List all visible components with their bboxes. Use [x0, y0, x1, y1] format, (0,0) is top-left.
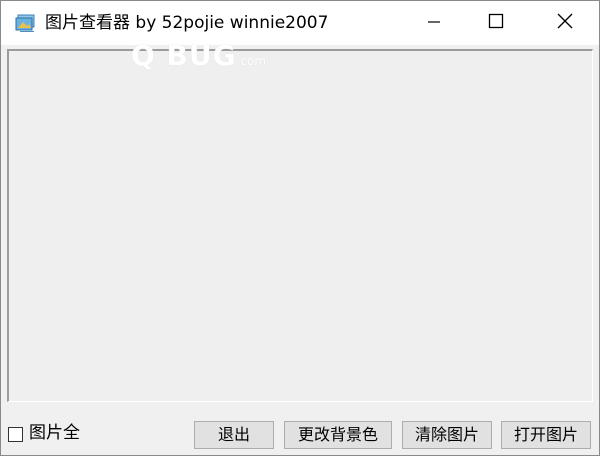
watermark-suffix: .com [236, 54, 267, 68]
close-button[interactable] [542, 1, 588, 45]
fit-image-checkbox[interactable] [8, 427, 23, 442]
image-display-area[interactable] [7, 49, 593, 402]
minimize-button[interactable] [411, 1, 457, 45]
window-title: 图片查看器 by 52pojie winnie2007 [45, 13, 329, 33]
site-watermark: Q BUG.com [131, 39, 266, 73]
fit-image-checkbox-label[interactable]: 图片全 [29, 418, 80, 443]
exit-button[interactable]: 退出 [194, 421, 274, 449]
open-image-button[interactable]: 打开图片 [501, 421, 591, 449]
maximize-button[interactable] [473, 1, 519, 45]
close-icon [557, 13, 573, 33]
clear-image-button[interactable]: 清除图片 [402, 421, 492, 449]
minimize-icon [427, 14, 441, 33]
title-bar[interactable]: 图片查看器 by 52pojie winnie2007 [1, 1, 599, 45]
maximize-icon [488, 13, 504, 33]
watermark-main: Q BUG [131, 39, 237, 72]
change-background-button[interactable]: 更改背景色 [284, 421, 392, 449]
app-window: 图片查看器 by 52pojie winnie2007 Q BUG.com 图片… [0, 0, 600, 456]
image-viewer-app-icon [15, 14, 37, 32]
